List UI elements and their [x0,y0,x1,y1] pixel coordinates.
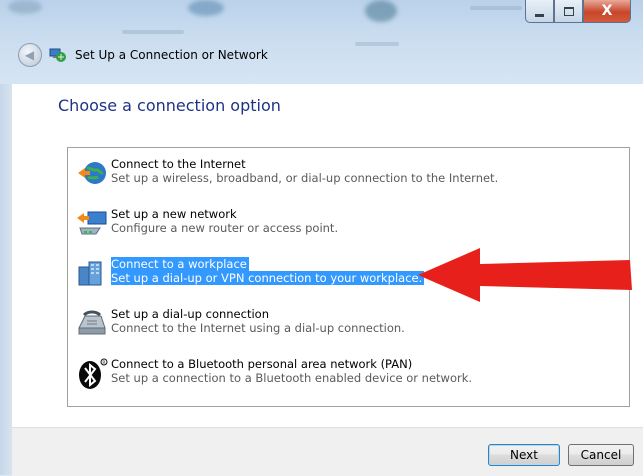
option-title: Connect to the Internet [111,157,246,171]
option-description: Set up a dial-up or VPN connection to yo… [111,271,425,285]
router-icon [77,211,107,235]
option-title: Set up a dial-up connection [111,307,269,321]
svg-text:R: R [102,360,105,366]
cancel-button[interactable]: Cancel [568,444,634,466]
workplace-icon [78,261,102,286]
background-desktop-label [122,30,184,34]
option-title: Connect to a workplace [111,257,249,271]
page-title: Choose a connection option [58,96,281,115]
option-connect-internet[interactable]: Connect to the Internet Set up a wireles… [68,150,628,200]
back-arrow-icon: ◀ [24,48,35,62]
minimize-icon [535,13,544,17]
maximize-button[interactable] [554,0,583,23]
bluetooth-icon: R [79,358,108,389]
background-desktop-icon [188,0,224,16]
wizard-footer: Next Cancel [12,427,643,476]
background-desktop-icon [8,0,42,14]
annotation-arrow-icon [418,248,632,302]
close-icon: X [601,3,613,19]
phone-modem-icon [78,310,106,335]
option-description: Set up a connection to a Bluetooth enabl… [111,371,473,385]
maximize-icon [563,6,574,16]
network-wizard-icon [49,48,66,62]
globe-network-icon [78,162,106,184]
window-controls: X [525,0,631,24]
close-button[interactable]: X [583,0,631,23]
option-description: Connect to the Internet using a dial-up … [111,321,405,335]
window-titlebar: X ◀ Set Up a Connection or Network [0,0,643,84]
minimize-button[interactable] [525,0,554,23]
option-description: Set up a wireless, broadband, or dial-up… [111,171,499,185]
back-button[interactable]: ◀ [18,43,42,67]
option-dialup[interactable]: Set up a dial-up connection Connect to t… [68,300,628,350]
window-left-border [0,84,12,475]
background-desktop-icon [365,0,397,22]
option-new-network[interactable]: Set up a new network Configure a new rou… [68,200,628,250]
background-desktop-label [355,42,399,46]
background-desktop-label [470,6,522,10]
window-title: Set Up a Connection or Network [75,48,268,62]
next-button[interactable]: Next [488,444,560,466]
option-title: Set up a new network [111,207,237,221]
option-bluetooth-pan[interactable]: R Connect to a Bluetooth personal area n… [68,350,628,400]
option-title: Connect to a Bluetooth personal area net… [111,357,413,371]
option-description: Configure a new router or access point. [111,221,339,235]
